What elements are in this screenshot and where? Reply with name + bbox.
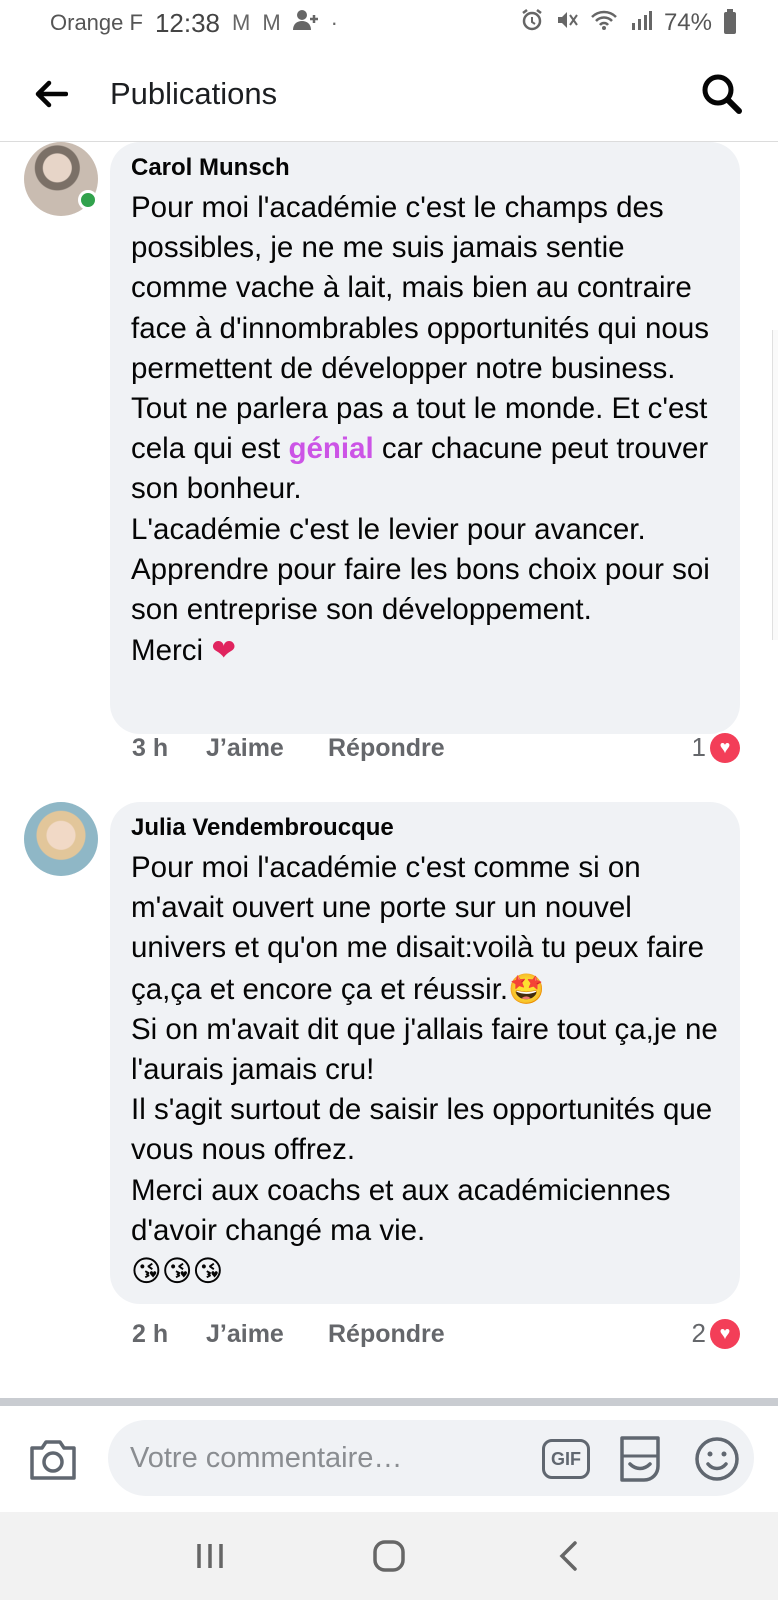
- system-nav-bar: [0, 1512, 778, 1600]
- camera-icon: [30, 1440, 76, 1480]
- comment-composer: Votre commentaire… GIF: [0, 1406, 778, 1512]
- comment-text: Pour moi l'académie c'est comme si on m'…: [131, 848, 718, 1292]
- recent-apps-icon: [196, 1544, 223, 1568]
- home-icon: [373, 1540, 405, 1572]
- reaction-summary[interactable]: 2 ♥: [692, 1318, 740, 1349]
- back-button[interactable]: [6, 46, 96, 142]
- comment-text-part: Si on m'avait dit que j'allais faire tou…: [131, 1012, 718, 1247]
- comment-text-part: Pour moi l'académie c'est comme si on m'…: [131, 851, 705, 1006]
- carrier-label: Orange F: [50, 10, 143, 35]
- notification-dot-icon: ·: [330, 10, 338, 35]
- comment-text-part: Pour moi l'académie c'est le champs des …: [131, 191, 709, 466]
- comment-time[interactable]: 2 h: [132, 1320, 206, 1349]
- avatar[interactable]: [24, 802, 98, 876]
- reaction-count: 1: [691, 732, 706, 762]
- search-icon: [702, 74, 742, 114]
- reply-button[interactable]: Répondre: [328, 1320, 445, 1349]
- add-contact-icon: [292, 9, 319, 37]
- like-button[interactable]: J’aime: [206, 734, 328, 763]
- scrollbar[interactable]: [772, 330, 778, 640]
- comment-text: Pour moi l'académie c'est le champs des …: [131, 188, 718, 671]
- camera-button[interactable]: [28, 1436, 78, 1486]
- comment-actions: 3 h J’aime Répondre: [132, 734, 445, 763]
- emoji-button[interactable]: [694, 1436, 740, 1482]
- comment-text-part: car chacune peut trouver son bonheur. L'…: [131, 432, 710, 668]
- arrow-left-icon: [35, 80, 68, 107]
- battery-icon: [724, 9, 736, 34]
- system-back-button[interactable]: [538, 1526, 598, 1586]
- clock: 12:38: [154, 7, 221, 38]
- home-button[interactable]: [359, 1526, 419, 1586]
- heart-emoji: ❤: [211, 633, 237, 668]
- status-bar: Orange F 12:38 M M · 74%: [0, 0, 778, 46]
- sticker-icon: [620, 1436, 660, 1482]
- gif-button[interactable]: GIF: [542, 1439, 590, 1479]
- app-header: Publications: [0, 46, 778, 142]
- star-struck-emoji: 🤩: [508, 971, 545, 1006]
- alarm-icon: [520, 8, 544, 38]
- gmail-icon: M: [232, 10, 251, 35]
- reaction-summary[interactable]: 1 ♥: [692, 732, 740, 763]
- page-title: Publications: [110, 75, 278, 111]
- comment-bubble[interactable]: Carol Munsch Pour moi l'académie c'est l…: [110, 142, 740, 734]
- comment-author[interactable]: Julia Vendembroucque: [131, 812, 718, 844]
- search-button[interactable]: [700, 72, 744, 116]
- status-right: 74%: [520, 8, 736, 38]
- heart-reaction-icon: ♥: [710, 1318, 740, 1349]
- battery-percent: 74%: [663, 9, 712, 36]
- highlighted-word[interactable]: génial: [288, 432, 373, 465]
- signal-icon: [630, 9, 652, 37]
- online-status-dot: [78, 190, 98, 210]
- divider: [0, 1398, 778, 1406]
- kiss-emoji: 😘😘😘: [131, 1254, 224, 1289]
- comment-time[interactable]: 3 h: [132, 734, 206, 763]
- chevron-left-icon: [559, 1541, 578, 1571]
- heart-reaction-icon: ♥: [710, 732, 740, 763]
- like-button[interactable]: J’aime: [206, 1320, 328, 1349]
- mute-icon: [556, 9, 578, 37]
- comment-bubble[interactable]: Julia Vendembroucque Pour moi l'académie…: [110, 802, 740, 1304]
- wifi-icon: [590, 9, 618, 37]
- reaction-count: 2: [691, 1318, 706, 1348]
- gmail-icon: M: [262, 10, 281, 35]
- smiley-icon: [695, 1437, 739, 1481]
- comment-actions: 2 h J’aime Répondre: [132, 1320, 445, 1349]
- reply-button[interactable]: Répondre: [328, 734, 445, 763]
- sticker-button[interactable]: [616, 1434, 664, 1484]
- recent-apps-button[interactable]: [180, 1526, 240, 1586]
- comment-author[interactable]: Carol Munsch: [131, 152, 718, 184]
- status-left: Orange F 12:38 M M ·: [50, 8, 338, 39]
